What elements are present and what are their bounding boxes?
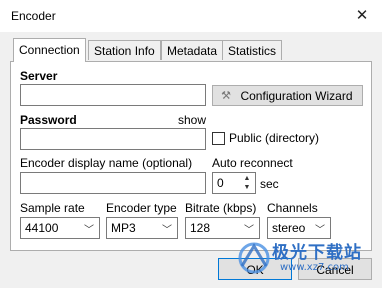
auto-reconnect-spinner[interactable]: 0 ▲ ▼ bbox=[212, 172, 256, 194]
server-input[interactable] bbox=[20, 84, 206, 106]
password-input[interactable] bbox=[20, 128, 206, 150]
chevron-down-icon: ﹀ bbox=[162, 225, 172, 236]
auto-reconnect-label: Auto reconnect bbox=[212, 156, 293, 170]
close-icon[interactable]: ✕ bbox=[354, 8, 370, 24]
encoder-type-label: Encoder type bbox=[106, 201, 177, 215]
channels-select[interactable]: stereo ﹀ bbox=[267, 217, 331, 239]
channels-value: stereo bbox=[272, 221, 306, 235]
auto-reconnect-unit: sec bbox=[260, 177, 279, 191]
display-name-label: Encoder display name (optional) bbox=[20, 156, 193, 170]
public-directory-checkbox[interactable] bbox=[212, 132, 225, 145]
password-label: Password bbox=[20, 113, 77, 127]
tab-connection[interactable]: Connection bbox=[13, 38, 86, 62]
channels-label: Channels bbox=[267, 201, 318, 215]
wand-icon: ⚒ bbox=[221, 90, 231, 102]
chevron-down-icon: ﹀ bbox=[315, 225, 325, 236]
tab-statistics[interactable]: Statistics bbox=[222, 40, 283, 60]
chevron-down-icon: ﹀ bbox=[244, 225, 254, 236]
sample-rate-value: 44100 bbox=[25, 221, 59, 235]
spin-arrows-icon[interactable]: ▲ ▼ bbox=[241, 174, 253, 192]
display-name-input[interactable] bbox=[20, 172, 206, 194]
encoder-type-select[interactable]: MP3 ﹀ bbox=[106, 217, 178, 239]
configuration-wizard-button[interactable]: ⚒ Configuration Wizard bbox=[212, 85, 363, 106]
bitrate-value: 128 bbox=[190, 221, 211, 235]
bitrate-label: Bitrate (kbps) bbox=[185, 201, 257, 215]
server-label: Server bbox=[20, 69, 58, 83]
chevron-down-icon: ﹀ bbox=[84, 225, 94, 236]
auto-reconnect-value: 0 bbox=[217, 176, 224, 190]
configuration-wizard-label: Configuration Wizard bbox=[240, 89, 353, 103]
show-password-link[interactable]: show bbox=[178, 113, 206, 127]
window-title: Encoder bbox=[11, 9, 56, 23]
encoder-type-value: MP3 bbox=[111, 221, 136, 235]
tab-station-info[interactable]: Station Info bbox=[88, 40, 161, 60]
tab-metadata[interactable]: Metadata bbox=[161, 40, 224, 60]
title-bar: Encoder ✕ bbox=[0, 0, 382, 32]
ok-button[interactable]: OK bbox=[218, 258, 292, 280]
sample-rate-label: Sample rate bbox=[20, 201, 85, 215]
sample-rate-select[interactable]: 44100 ﹀ bbox=[20, 217, 100, 239]
cancel-button[interactable]: Cancel bbox=[298, 258, 372, 280]
bitrate-select[interactable]: 128 ﹀ bbox=[185, 217, 260, 239]
public-directory-label: Public (directory) bbox=[229, 131, 320, 145]
